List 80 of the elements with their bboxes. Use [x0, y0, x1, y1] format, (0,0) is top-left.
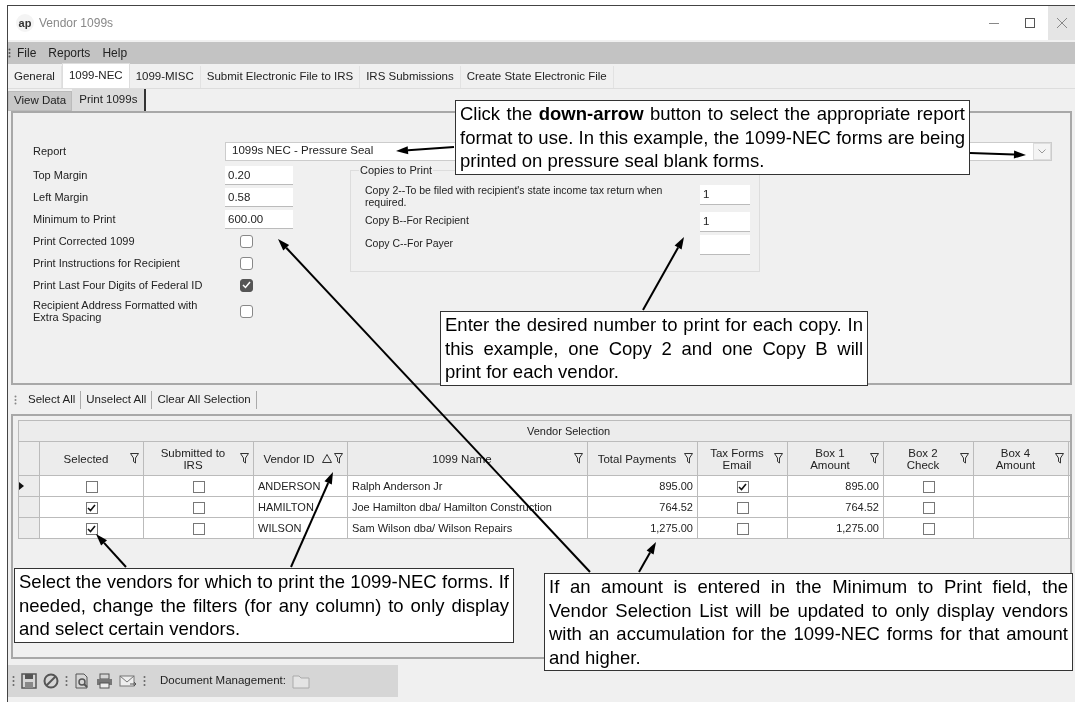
tab[interactable]: 1099-NEC [61, 63, 130, 88]
checkbox-label: Recipient Address Formatted with Extra Spacing [33, 299, 199, 323]
grip-icon [143, 675, 146, 687]
field-label: Top Margin [33, 167, 89, 183]
checkbox[interactable] [85, 480, 98, 493]
field-label: Copy B--For Recipient [364, 212, 470, 226]
grip-icon [12, 675, 15, 687]
checkbox-label: Print Last Four Digits of Federal ID [33, 279, 204, 291]
checkbox[interactable] [192, 522, 205, 535]
filter-icon[interactable] [684, 453, 693, 464]
field-label: Left Margin [33, 189, 90, 205]
toolbar-button[interactable]: Clear All Selection [152, 391, 257, 409]
checkbox[interactable] [240, 278, 253, 292]
checkbox[interactable] [85, 522, 98, 535]
pointer-arrow [969, 150, 1026, 159]
filter-icon[interactable] [774, 453, 783, 464]
checkbox[interactable] [240, 256, 253, 270]
checkbox[interactable] [192, 501, 205, 514]
pointer-arrow [638, 542, 656, 573]
field-label: Minimum to Print [33, 211, 117, 227]
tab[interactable]: View Data [8, 91, 73, 111]
menu-item[interactable]: File [15, 44, 39, 62]
filter-icon[interactable] [1055, 453, 1064, 464]
callout-tooltip: If an amount is entered in the Minimum to Print field, the Vendor Selection List will be updated to only display vendors with an accumulation for the 1099-NEC forms for that amount and higher. [544, 573, 1073, 671]
filter-icon[interactable] [870, 453, 879, 464]
text-field[interactable]: 1 [700, 184, 750, 205]
checkbox[interactable] [240, 304, 253, 318]
text-field[interactable]: 0.58 [225, 187, 293, 207]
group-title: Copies to Print [359, 163, 434, 178]
filter-icon[interactable] [334, 453, 343, 464]
text-field[interactable]: 1 [700, 211, 750, 232]
checkbox-label: Print Corrected 1099 [33, 235, 136, 247]
checkbox[interactable] [240, 234, 253, 248]
tab[interactable]: Print 1099s [72, 89, 147, 111]
save-icon[interactable] [21, 673, 37, 689]
group-header: Vendor Selection [18, 420, 1070, 442]
checkbox[interactable] [736, 522, 749, 535]
menu-item[interactable]: Reports [46, 44, 93, 62]
checkbox[interactable] [736, 501, 749, 514]
pointer-arrow [96, 534, 127, 568]
callout-tooltip: Click the down-arrow button to select the appropriate report format to use. In this example, the 1099-NEC forms are being printed on pressure seal blank forms. [455, 100, 970, 175]
filter-icon[interactable] [130, 453, 139, 464]
checkbox[interactable] [922, 480, 935, 493]
grip-icon [14, 395, 17, 405]
minimize-icon [989, 22, 999, 24]
checkbox-label: Print Instructions for Recipient [33, 257, 181, 269]
print-preview-icon[interactable] [74, 673, 90, 689]
printer-icon[interactable] [96, 673, 113, 689]
filter-icon[interactable] [574, 453, 583, 464]
cancel-icon[interactable] [43, 673, 59, 689]
checkbox[interactable] [85, 501, 98, 514]
pointer-arrow [396, 146, 455, 155]
filter-icon[interactable] [960, 453, 969, 464]
grip-icon [65, 675, 68, 687]
field-label: Copy C--For Payer [364, 235, 455, 249]
checkbox[interactable] [192, 480, 205, 493]
caret-icon [1038, 148, 1046, 154]
menu-item[interactable]: Help [100, 44, 130, 62]
window-title: Vendor 1099s [39, 15, 114, 32]
toolbar-button[interactable]: Unselect All [81, 391, 153, 409]
checkbox[interactable] [922, 522, 935, 535]
text-field[interactable] [700, 234, 750, 255]
text-field[interactable]: 0.20 [225, 165, 293, 185]
callout-tooltip: Select the vendors for which to print the 1099-NEC forms. If needed, change the filters (for any column) to only display and select certain vendors. [14, 568, 514, 643]
toolbar-button[interactable]: Select All [23, 391, 82, 409]
filter-icon[interactable] [240, 453, 249, 464]
callout-tooltip: Enter the desired number to print for each copy. In this example, one Copy 2 and one Copy B will print for each vendor. [440, 311, 868, 386]
field-label: Report [33, 143, 68, 159]
grip-icon [8, 48, 11, 58]
sort-icon[interactable] [322, 454, 332, 463]
checkbox[interactable] [736, 480, 749, 493]
maximize-icon [1025, 18, 1035, 28]
checkbox[interactable] [922, 501, 935, 514]
column-header[interactable]: Selected [63, 452, 109, 465]
text-field[interactable]: 600.00 [225, 209, 293, 229]
email-icon[interactable] [119, 673, 137, 689]
app-logo: ap [16, 14, 34, 32]
field-label: Copy 2--To be filed with recipient's state income tax return when required. [364, 182, 664, 208]
close-icon [1056, 18, 1067, 28]
document-management-label: Document Management: [160, 673, 286, 689]
